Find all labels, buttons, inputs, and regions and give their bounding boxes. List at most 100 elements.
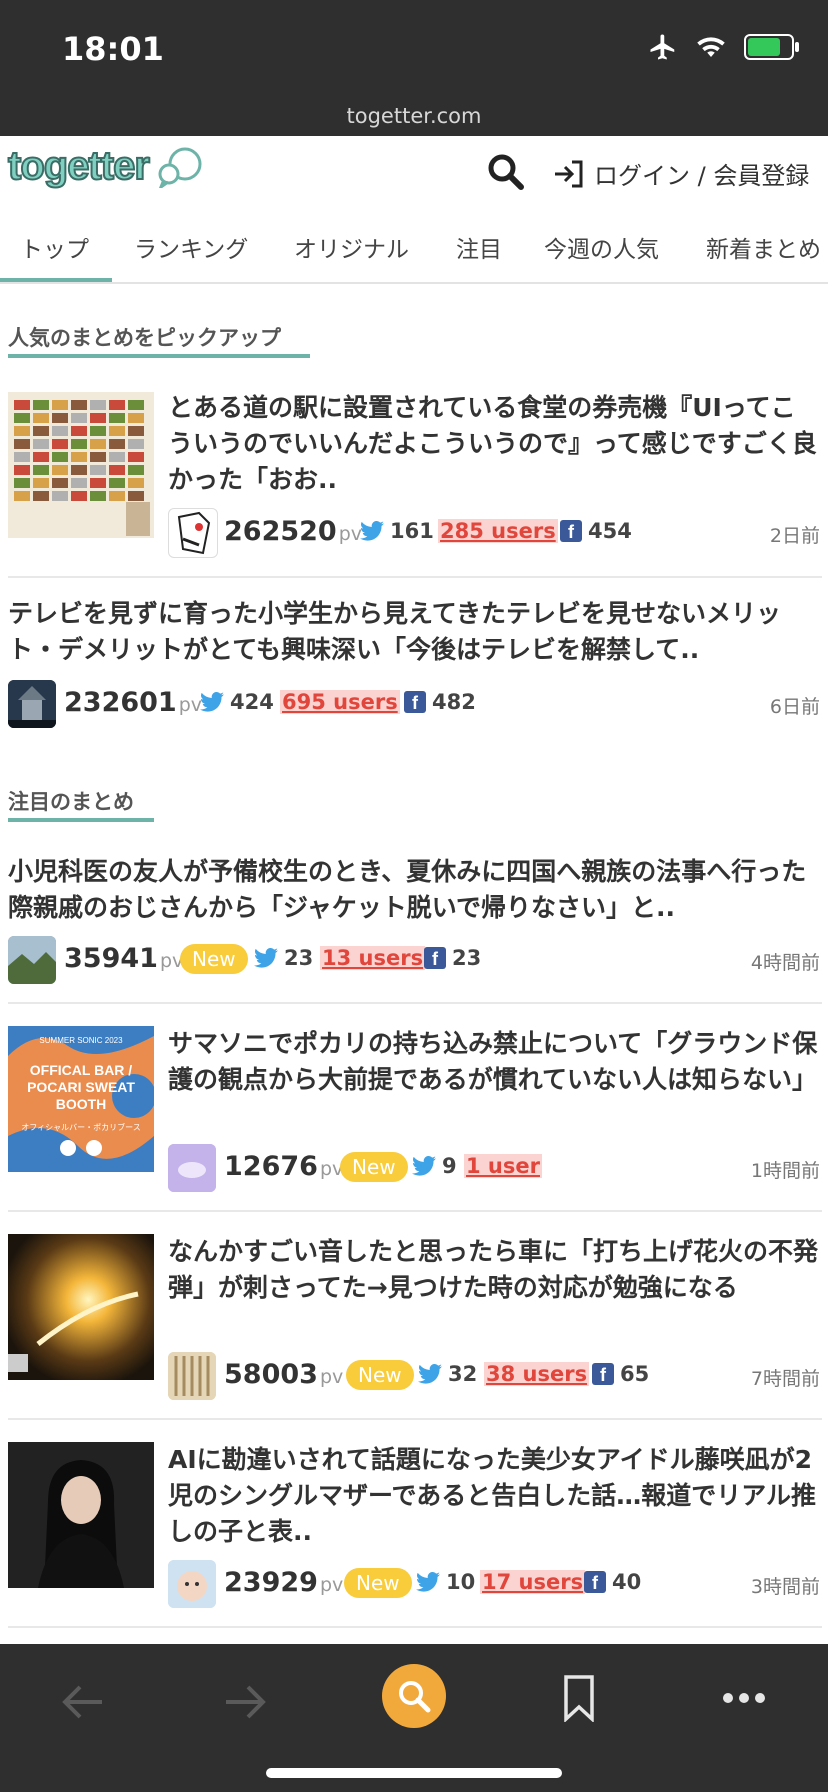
author-avatar[interactable] xyxy=(168,1560,216,1608)
tweet-count-value: 32 xyxy=(448,1362,478,1386)
pv-unit: pv xyxy=(319,1366,344,1388)
pageview-count: 35941 pv xyxy=(64,943,183,974)
facebook-count[interactable]: f 65 xyxy=(592,1362,649,1386)
twitter-icon xyxy=(254,948,278,968)
article-age: 1時間前 xyxy=(750,1160,820,1182)
author-avatar[interactable] xyxy=(168,1144,216,1192)
tweet-count-value: 161 xyxy=(390,519,434,543)
tab-active-indicator xyxy=(0,278,112,282)
twitter-icon xyxy=(360,521,384,541)
hatena-users-link[interactable]: 38 users xyxy=(484,1362,590,1386)
article-age: 2日前 xyxy=(769,525,820,547)
tab-ranking[interactable]: ランキング xyxy=(134,230,248,264)
facebook-icon: f xyxy=(404,691,426,713)
hatena-users-link[interactable]: 13 users xyxy=(320,946,426,970)
home-indicator xyxy=(266,1768,562,1778)
logo-text: togetter xyxy=(7,143,151,189)
section-title-pickup: 人気のまとめをピックアップ xyxy=(8,326,281,350)
hatena-users-link[interactable]: 17 users xyxy=(480,1570,586,1594)
author-avatar[interactable] xyxy=(168,508,218,558)
article-title[interactable]: なんかすごい音したと思ったら車に「打ち上げ花火の不発弾」が刺さってた→見つけた時… xyxy=(168,1234,818,1306)
pv-number: 35941 xyxy=(64,943,158,974)
status-icons xyxy=(648,32,799,62)
article-age: 7時間前 xyxy=(750,1368,820,1390)
new-badge: New xyxy=(346,1360,414,1390)
search-icon[interactable] xyxy=(486,152,526,192)
article-divider xyxy=(8,1002,822,1004)
login-link[interactable]: ログイン / 会員登録 xyxy=(552,156,809,191)
pv-unit: pv xyxy=(338,523,363,545)
bookmark-icon[interactable] xyxy=(562,1674,596,1722)
hatena-users-link[interactable]: 695 users xyxy=(280,690,400,714)
more-icon[interactable] xyxy=(722,1692,766,1704)
facebook-icon: f xyxy=(560,520,582,542)
article-divider xyxy=(8,1210,822,1212)
article-title[interactable]: テレビを見ずに育った小学生から見えてきたテレビを見せないメリット・デメリットがと… xyxy=(8,596,820,668)
section-title-featured: 注目のまとめ xyxy=(8,790,134,814)
status-time: 18:01 xyxy=(62,30,164,68)
twitter-icon xyxy=(412,1156,436,1176)
pv-number: 262520 xyxy=(224,516,337,547)
article-title[interactable]: とある道の駅に設置されている食堂の券売機『UIってこういうのでいいんだよこういう… xyxy=(168,390,818,498)
ticket-machine-image xyxy=(8,392,154,538)
new-badge: New xyxy=(344,1568,412,1598)
article-thumbnail[interactable]: SUMMER SONIC 2023 OFFICAL BAR / POCARI S… xyxy=(8,1026,154,1172)
tab-new[interactable]: 新着まとめ xyxy=(706,230,821,264)
article-thumbnail[interactable] xyxy=(8,392,154,538)
tweet-count[interactable]: 424 xyxy=(200,690,274,714)
hatena-users-link[interactable]: 285 users xyxy=(438,519,558,543)
pv-number: 23929 xyxy=(224,1567,318,1598)
facebook-count[interactable]: f 482 xyxy=(404,690,476,714)
site-header: togetter ログイン / 会員登録 xyxy=(0,136,828,212)
facebook-icon: f xyxy=(584,1571,606,1593)
url-bar[interactable]: togetter.com xyxy=(0,104,828,128)
site-logo[interactable]: togetter xyxy=(7,143,207,189)
tab-original[interactable]: オリジナル xyxy=(294,230,409,264)
facebook-count[interactable]: f 23 xyxy=(424,946,481,970)
article-age: 3時間前 xyxy=(750,1576,820,1598)
tab-top[interactable]: トップ xyxy=(20,230,89,264)
banner-sub-text: オフィシャルバー・ポカリブース xyxy=(21,1123,141,1132)
nav-tabs: トップ ランキング オリジナル 注目 今週の人気 新着まとめ xyxy=(0,212,828,284)
pv-number: 232601 xyxy=(64,687,177,718)
tab-weekly-popular[interactable]: 今週の人気 xyxy=(544,230,659,264)
pageview-count: 262520 pv xyxy=(224,516,362,547)
pageview-count: 232601 pv xyxy=(64,687,202,718)
tweet-count[interactable]: 23 xyxy=(254,946,313,970)
facebook-count-value: 40 xyxy=(612,1570,642,1594)
login-label: ログイン / 会員登録 xyxy=(594,162,810,190)
author-avatar[interactable] xyxy=(8,680,56,728)
facebook-icon: f xyxy=(592,1363,614,1385)
facebook-count-value: 23 xyxy=(452,946,482,970)
article-title[interactable]: AIに勘違いされて話題になった美少女アイドル藤咲凪が2児のシングルマザーであると… xyxy=(168,1442,818,1550)
facebook-icon: f xyxy=(424,947,446,969)
airplane-icon xyxy=(650,34,675,60)
facebook-count[interactable]: f 40 xyxy=(584,1570,641,1594)
pageview-count: 58003 pv xyxy=(224,1359,343,1390)
article-divider xyxy=(8,576,822,578)
article-thumbnail[interactable] xyxy=(8,1442,154,1588)
tweet-count[interactable]: 32 xyxy=(418,1362,477,1386)
author-avatar[interactable] xyxy=(168,1352,216,1400)
article-title[interactable]: サマソニでポカリの持ち込み禁止について「グラウンド保護の観点から大前提であるが慣… xyxy=(168,1026,818,1098)
facebook-count[interactable]: f 454 xyxy=(560,519,632,543)
browser-top-bar: 18:01 togetter.com xyxy=(0,0,828,136)
article-thumbnail[interactable] xyxy=(8,1234,154,1380)
pageview-count: 23929 pv xyxy=(224,1567,343,1598)
twitter-icon xyxy=(416,1572,440,1592)
hatena-users-link[interactable]: 1 user xyxy=(464,1154,542,1178)
tweet-count[interactable]: 10 xyxy=(416,1570,475,1594)
new-badge: New xyxy=(180,944,248,974)
car-headlight-image xyxy=(8,1234,154,1380)
tweet-count[interactable]: 161 xyxy=(360,519,434,543)
search-button[interactable] xyxy=(382,1664,446,1728)
article-divider xyxy=(8,1626,822,1628)
article-title[interactable]: 小児科医の友人が予備校生のとき、夏休みに四国へ親族の法事へ行った際親戚のおじさん… xyxy=(8,854,820,926)
author-avatar[interactable] xyxy=(8,936,56,984)
back-arrow-icon[interactable] xyxy=(60,1682,104,1722)
forward-arrow-icon[interactable] xyxy=(224,1682,268,1722)
battery-icon xyxy=(744,34,799,60)
tab-featured[interactable]: 注目 xyxy=(456,230,502,264)
tweet-count[interactable]: 9 xyxy=(412,1154,457,1178)
portrait-image xyxy=(8,1442,154,1588)
